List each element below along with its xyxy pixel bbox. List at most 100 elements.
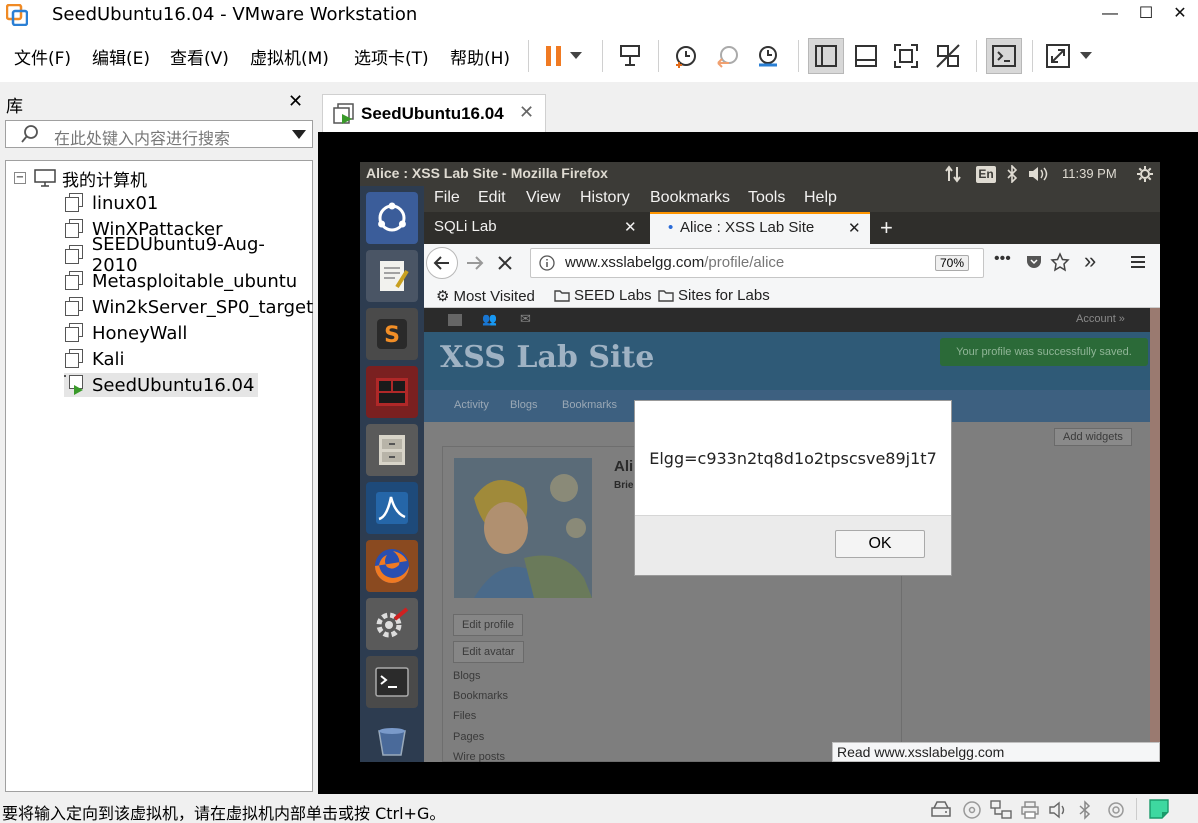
pause-dropdown-button[interactable]: [566, 38, 586, 74]
hamburger-menu-icon[interactable]: [1130, 254, 1146, 273]
menu-tools[interactable]: Tools: [748, 189, 785, 207]
menu-help[interactable]: 帮助(H): [450, 44, 510, 69]
profile-avatar[interactable]: [454, 458, 592, 598]
site-title[interactable]: XSS Lab Site: [440, 340, 654, 375]
revert-snapshot-button[interactable]: [710, 38, 746, 74]
full-screen-button[interactable]: [888, 38, 924, 74]
network-arrows-icon[interactable]: [944, 165, 962, 186]
account-menu[interactable]: Account »: [1076, 313, 1125, 325]
owner-link-bookmarks[interactable]: Bookmarks: [453, 690, 508, 702]
file-cabinet-icon[interactable]: [366, 424, 418, 476]
clock[interactable]: 11:39 PM: [1062, 166, 1117, 181]
library-search-input[interactable]: 在此处键入内容进行搜索: [5, 120, 313, 148]
unity-mode-button[interactable]: [930, 38, 966, 74]
firefox-icon[interactable]: [366, 540, 418, 592]
overflow-chevron-icon[interactable]: »: [1084, 248, 1096, 274]
menu-tabs[interactable]: 选项卡(T): [354, 44, 429, 69]
bookmark-most-visited[interactable]: ⚙ Most Visited: [436, 287, 535, 306]
show-library-button[interactable]: [808, 38, 844, 74]
tab-sqli-lab[interactable]: SQLi Lab ✕: [428, 212, 646, 244]
owner-link-files[interactable]: Files: [453, 710, 476, 722]
terminal-split-icon[interactable]: [366, 366, 418, 418]
library-close-button[interactable]: ✕: [288, 91, 303, 112]
menu-view[interactable]: 查看(V): [170, 44, 229, 69]
menu-file[interactable]: 文件(F): [14, 44, 71, 69]
menu-history[interactable]: History: [580, 189, 630, 207]
page-actions-icon[interactable]: •••: [994, 250, 1011, 268]
owner-link-blogs[interactable]: Blogs: [453, 670, 481, 682]
usb-device-icon[interactable]: [1106, 800, 1126, 820]
bluetooth-icon[interactable]: [1006, 164, 1018, 186]
tree-item-seedubuntu9[interactable]: SEEDUbuntu9-Aug-2010: [64, 234, 312, 276]
network-adapter-icon[interactable]: [990, 800, 1012, 820]
gear-icon[interactable]: [1136, 165, 1154, 186]
menu-vm[interactable]: 虚拟机(M): [250, 44, 329, 69]
tree-item-honeywall[interactable]: HoneyWall: [64, 321, 191, 345]
wireshark-icon[interactable]: [366, 482, 418, 534]
edit-avatar-button[interactable]: Edit avatar: [453, 641, 524, 663]
menu-help[interactable]: Help: [804, 189, 837, 207]
edit-profile-button[interactable]: Edit profile: [453, 614, 523, 636]
mail-icon[interactable]: ✉: [520, 311, 531, 327]
star-icon[interactable]: [1050, 252, 1070, 275]
menu-view[interactable]: View: [526, 189, 560, 207]
trash-icon[interactable]: [366, 714, 418, 762]
menu-edit[interactable]: 编辑(E): [92, 44, 150, 69]
message-note-icon[interactable]: [1148, 798, 1169, 819]
menu-file[interactable]: File: [434, 189, 460, 207]
nav-blogs[interactable]: Blogs: [510, 399, 538, 411]
hard-disk-icon[interactable]: [930, 800, 951, 820]
tree-item-linux01[interactable]: linux01: [64, 191, 162, 215]
snapshot-manager-button[interactable]: [750, 38, 786, 74]
nav-bookmarks[interactable]: Bookmarks: [562, 399, 617, 411]
sublime-text-icon[interactable]: S: [366, 308, 418, 360]
zoom-indicator[interactable]: 70%: [935, 255, 970, 271]
volume-icon[interactable]: [1028, 166, 1050, 185]
ok-button[interactable]: OK: [835, 530, 925, 558]
friends-icon[interactable]: 👥: [482, 312, 497, 326]
tab-close-button[interactable]: ✕: [519, 102, 534, 123]
stop-button[interactable]: [496, 254, 514, 275]
show-thumbnail-bar-button[interactable]: [848, 38, 884, 74]
text-editor-icon[interactable]: [366, 250, 418, 302]
pocket-icon[interactable]: [1026, 254, 1042, 273]
tree-item-seedubuntu16[interactable]: SeedUbuntu16.04: [64, 373, 259, 397]
url-bar[interactable]: www.xsslabelgg.com/profile/alice 70%: [530, 248, 984, 278]
printer-icon[interactable]: [1020, 800, 1040, 820]
owner-link-pages[interactable]: Pages: [453, 731, 484, 743]
page-scrollbar[interactable]: [1150, 308, 1160, 762]
menu-edit[interactable]: Edit: [478, 189, 506, 207]
keyboard-layout-indicator[interactable]: En: [976, 166, 996, 183]
back-button[interactable]: [426, 247, 458, 279]
bluetooth-icon[interactable]: [1078, 800, 1098, 820]
elgg-logo-icon[interactable]: [448, 314, 462, 326]
minimize-button[interactable]: —: [1092, 2, 1128, 26]
send-ctrl-alt-del-button[interactable]: [612, 38, 648, 74]
tree-item-kali[interactable]: Kali: [64, 347, 129, 371]
terminal-icon[interactable]: [366, 656, 418, 708]
close-button[interactable]: ✕: [1162, 2, 1198, 26]
bookmark-seed-labs[interactable]: SEED Labs: [554, 287, 652, 304]
system-settings-icon[interactable]: [366, 598, 418, 650]
stretch-guest-button[interactable]: [1040, 38, 1076, 74]
menu-bookmarks[interactable]: Bookmarks: [650, 189, 730, 207]
tab-seedubuntu16[interactable]: SeedUbuntu16.04 ✕: [322, 94, 546, 132]
console-view-button[interactable]: [986, 38, 1022, 74]
cd-rom-icon[interactable]: [962, 800, 982, 820]
bookmark-sites-for-labs[interactable]: Sites for Labs: [658, 287, 770, 304]
snapshot-button[interactable]: [668, 38, 704, 74]
tree-item-metasploitable[interactable]: Metasploitable_ubuntu: [64, 269, 301, 293]
ubuntu-dash-icon[interactable]: [366, 192, 418, 244]
collapse-icon[interactable]: −: [14, 172, 26, 184]
sound-card-icon[interactable]: [1048, 800, 1068, 820]
add-widgets-button[interactable]: Add widgets: [1054, 428, 1132, 446]
stretch-dropdown-button[interactable]: [1076, 38, 1096, 74]
chevron-down-icon[interactable]: [292, 130, 306, 139]
close-icon[interactable]: ✕: [848, 219, 861, 237]
tab-xss-lab-site[interactable]: • Alice : XSS Lab Site ✕: [650, 212, 870, 244]
owner-link-wire-posts[interactable]: Wire posts: [453, 751, 505, 762]
tree-root-my-computer[interactable]: − 我的计算机: [14, 167, 147, 191]
new-tab-button[interactable]: +: [880, 215, 893, 241]
tree-item-win2kserver[interactable]: Win2kServer_SP0_target: [64, 295, 317, 319]
success-message[interactable]: Your profile was successfully saved.: [940, 338, 1148, 366]
